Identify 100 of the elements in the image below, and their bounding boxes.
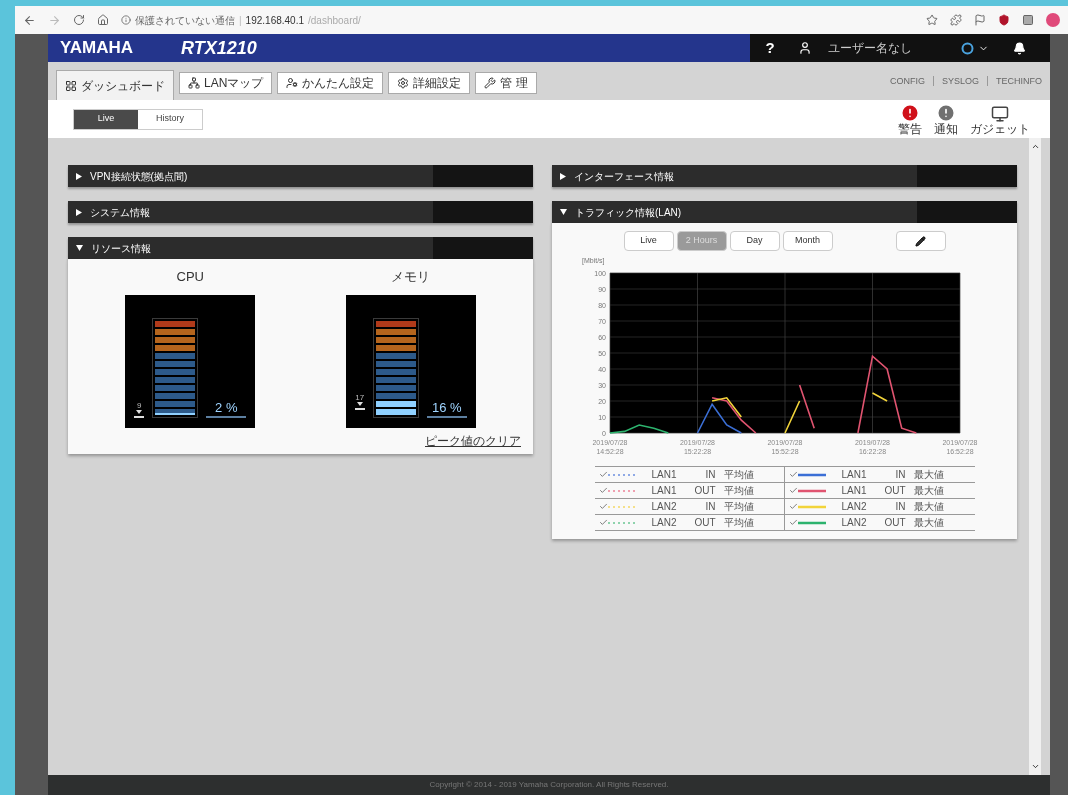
legend-statistic: 平均値 [723, 468, 754, 482]
nav-tab[interactable]: 管 理 [475, 72, 537, 94]
checkbox-tick-icon[interactable] [788, 518, 798, 527]
legend-statistic: 平均値 [723, 484, 754, 498]
legend-interface: LAN1 [841, 468, 868, 482]
checkbox-tick-icon[interactable] [788, 470, 798, 479]
legend-direction: OUT [883, 484, 906, 498]
panel-title: システム情報 [90, 205, 150, 220]
nav-tab[interactable]: LANマップ [179, 72, 273, 94]
pencil-icon [915, 235, 926, 247]
wrench-icon [484, 77, 497, 89]
panel-title: リソース情報 [91, 241, 151, 256]
status-button[interactable]: ガジェット [970, 105, 1030, 135]
help-button[interactable]: ? [750, 36, 790, 60]
profile-avatar[interactable] [1046, 13, 1060, 27]
meter-reading: 2 % [215, 400, 238, 414]
legend-statistic: 最大値 [913, 484, 944, 498]
extension-icon[interactable] [1022, 14, 1034, 26]
expand-triangle-icon [76, 172, 82, 180]
legend-statistic: 最大値 [913, 500, 944, 514]
checkbox-tick-icon[interactable] [598, 486, 608, 495]
legend-direction: OUT [693, 516, 716, 530]
alert-icon [900, 103, 920, 123]
collapse-triangle-icon [76, 245, 83, 251]
meter-label: メモリ [391, 268, 431, 286]
scroll-up-icon[interactable] [1030, 142, 1040, 151]
range-button[interactable]: Month [782, 231, 833, 251]
legend-interface: LAN2 [651, 500, 678, 514]
status-menu[interactable] [961, 41, 989, 55]
reload-icon[interactable] [73, 14, 85, 26]
checkbox-tick-icon[interactable] [598, 470, 608, 479]
gear-icon [397, 77, 410, 89]
info-icon [121, 15, 131, 25]
edit-button[interactable] [895, 231, 946, 251]
shield-icon[interactable] [998, 14, 1010, 26]
legend-interface: LAN1 [841, 484, 868, 498]
header-link[interactable]: SYSLOG [942, 74, 979, 88]
legend-interface: LAN1 [651, 484, 678, 498]
expand-triangle-icon [560, 172, 566, 180]
gadget-icon [991, 105, 1009, 123]
legend-statistic: 最大値 [913, 468, 944, 482]
status-circle-icon [961, 41, 974, 55]
view-toggle[interactable]: Live [74, 109, 138, 129]
peak-value: 17 [355, 393, 365, 402]
security-label: 保護されていない通信 [135, 13, 235, 28]
nav-tab[interactable]: ダッシュボード [56, 70, 174, 100]
panel-title: トラフィック情報(LAN) [575, 205, 682, 220]
header-link[interactable]: TECHINFO [996, 74, 1042, 88]
meter-reading: 16 % [431, 400, 462, 414]
scrollbar[interactable] [1029, 138, 1041, 775]
legend-direction: OUT [883, 516, 906, 530]
extension-icon[interactable] [950, 14, 962, 26]
back-icon[interactable] [23, 13, 36, 27]
panel-title: VPN接続状態(拠点間) [90, 169, 188, 184]
status-button[interactable]: 警告 [898, 103, 922, 135]
nav-tab[interactable]: かんたん設定 [277, 72, 384, 94]
url-host: 192.168.40.1 [245, 13, 304, 28]
bookmark-star-icon[interactable] [926, 14, 938, 26]
brand-logo: YAMAHA [60, 37, 134, 60]
user-icon [798, 41, 812, 55]
legend-direction: IN [704, 468, 716, 482]
expand-triangle-icon [76, 208, 82, 216]
status-button[interactable]: 通知 [934, 103, 958, 135]
legend-statistic: 平均値 [723, 500, 754, 514]
home-icon[interactable] [97, 14, 109, 26]
bell-icon[interactable] [1013, 41, 1026, 55]
grid-icon [65, 79, 77, 92]
range-button[interactable]: Live [623, 231, 674, 251]
checkbox-tick-icon[interactable] [788, 486, 798, 495]
range-button[interactable]: Day [729, 231, 780, 251]
legend-interface: LAN1 [651, 468, 678, 482]
user-name: ユーザー名なし [828, 40, 912, 57]
checkbox-tick-icon[interactable] [598, 502, 608, 511]
checkbox-tick-icon[interactable] [598, 518, 608, 527]
legend-direction: IN [894, 468, 906, 482]
legend-direction: IN [894, 500, 906, 514]
panel-title: インターフェース情報 [574, 169, 674, 184]
person-icon [286, 77, 299, 89]
legend-interface: LAN2 [841, 516, 868, 530]
nav-tab[interactable]: 詳細設定 [388, 72, 471, 94]
header-link[interactable]: CONFIG [890, 74, 925, 88]
clear-peak-link[interactable]: ピーク値のクリア [425, 431, 521, 450]
peak-value: 9 [137, 401, 142, 410]
peak-marker-icon [134, 409, 145, 418]
flag-icon[interactable] [974, 14, 986, 26]
traffic-line [608, 424, 669, 434]
address-bar[interactable]: 保護されていない通信 | 192.168.40.1 /dashboard/ [121, 12, 361, 28]
scroll-down-icon[interactable] [1030, 762, 1040, 771]
model-name: RTX1210 [181, 36, 257, 60]
legend-statistic: 最大値 [913, 516, 944, 530]
legend-direction: OUT [693, 484, 716, 498]
checkbox-tick-icon[interactable] [788, 502, 798, 511]
legend-statistic: 平均値 [723, 516, 754, 530]
peak-marker-icon [354, 401, 365, 410]
separator: | [239, 13, 242, 28]
network-icon [188, 77, 200, 89]
legend-direction: IN [704, 500, 716, 514]
legend-interface: LAN2 [841, 500, 868, 514]
meter-label: CPU [176, 268, 204, 286]
legend-interface: LAN2 [651, 516, 678, 530]
